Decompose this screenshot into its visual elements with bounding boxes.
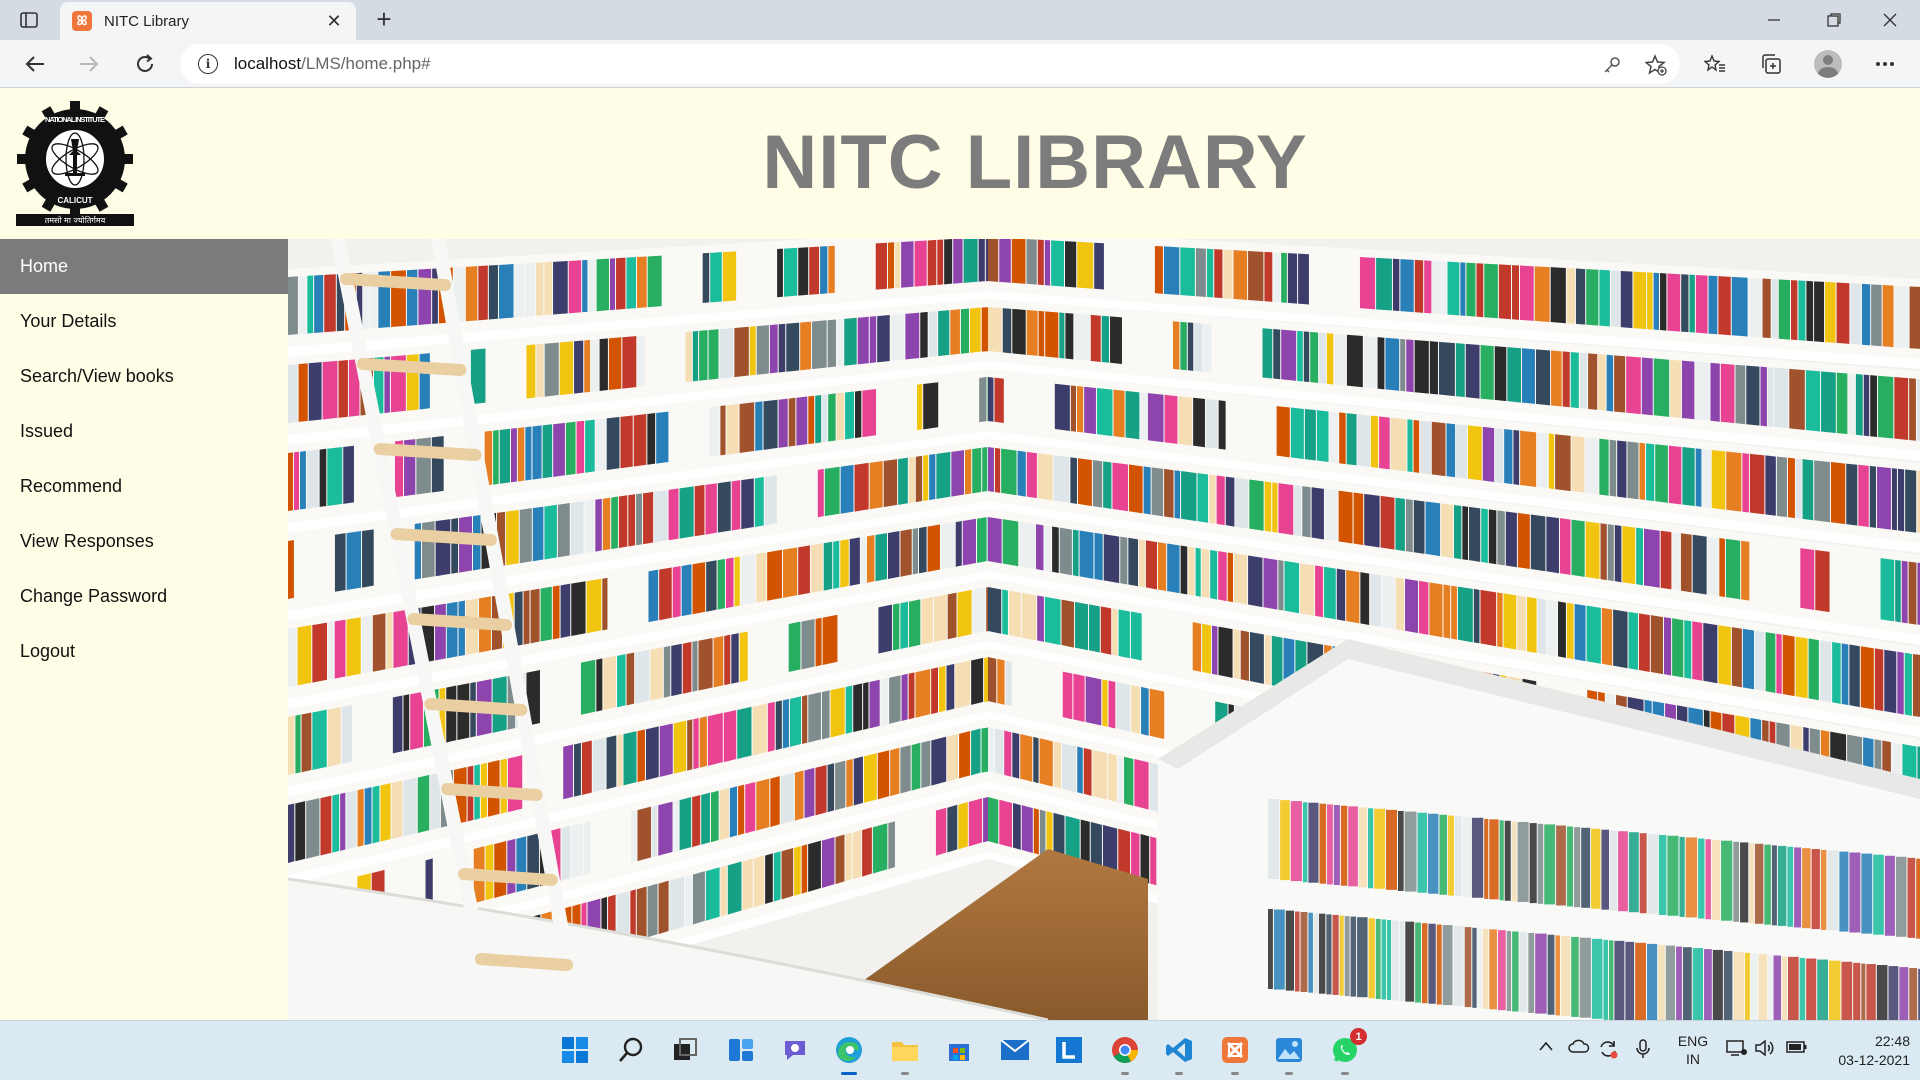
url-host: localhost bbox=[234, 54, 302, 73]
start-icon[interactable] bbox=[558, 1033, 592, 1067]
sidebar-item-your-details[interactable]: Your Details bbox=[0, 294, 288, 349]
restore-icon[interactable] bbox=[1806, 0, 1862, 40]
close-window-icon[interactable] bbox=[1862, 0, 1918, 40]
running-app-indicator bbox=[1285, 1072, 1293, 1075]
more-options-icon[interactable] bbox=[1870, 50, 1900, 78]
browser-toolbar: i localhost/LMS/home.php# bbox=[0, 40, 1920, 88]
language-indicator[interactable]: ENG IN bbox=[1676, 1032, 1710, 1068]
active-app-indicator bbox=[841, 1072, 857, 1075]
search-icon[interactable] bbox=[614, 1033, 648, 1067]
battery-icon[interactable] bbox=[1786, 1039, 1808, 1060]
microphone-icon[interactable] bbox=[1636, 1039, 1650, 1064]
xampp-favicon-icon: ꕤ bbox=[72, 11, 92, 31]
chat-icon[interactable] bbox=[778, 1033, 812, 1067]
windows-taskbar: 1 ENG IN 22:48 03-12-2021 bbox=[0, 1020, 1920, 1080]
sidebar-item-search-view-books[interactable]: Search/View books bbox=[0, 349, 288, 404]
page-title: NITC LIBRARY bbox=[762, 120, 1308, 205]
show-hidden-icons-chevron-icon[interactable] bbox=[1538, 1039, 1554, 1057]
add-favorite-icon[interactable] bbox=[1644, 54, 1668, 76]
edge-browser-icon[interactable] bbox=[832, 1033, 866, 1075]
site-header: NATIONAL INSTITUTE CALICUT तमसो मा ज्योत… bbox=[0, 89, 1920, 239]
tab-actions-icon[interactable] bbox=[14, 8, 44, 32]
svg-text:तमसो मा ज्योतिर्गमय: तमसो मा ज्योतिर्गमय bbox=[45, 215, 106, 225]
page-content: NATIONAL INSTITUTE CALICUT तमसो मा ज्योत… bbox=[0, 89, 1920, 1020]
address-bar[interactable]: i localhost/LMS/home.php# bbox=[180, 44, 1680, 84]
running-app-indicator bbox=[1121, 1072, 1129, 1075]
region-code: IN bbox=[1686, 1051, 1700, 1067]
browser-tab-bar: ꕤ NITC Library ✕ + bbox=[0, 0, 1920, 40]
sidebar-item-view-responses[interactable]: View Responses bbox=[0, 514, 288, 569]
sidebar-nav: Home Your Details Search/View books Issu… bbox=[0, 239, 288, 1020]
browser-tab[interactable]: ꕤ NITC Library ✕ bbox=[60, 2, 356, 40]
xampp-icon[interactable] bbox=[1218, 1033, 1252, 1075]
sidebar-item-home[interactable]: Home bbox=[0, 239, 288, 294]
sidebar-item-issued[interactable]: Issued bbox=[0, 404, 288, 459]
widgets-icon[interactable] bbox=[724, 1033, 758, 1067]
favorites-icon[interactable] bbox=[1700, 50, 1730, 78]
running-app-indicator bbox=[1231, 1072, 1239, 1075]
sidebar-item-change-password[interactable]: Change Password bbox=[0, 569, 288, 624]
clock-time: 22:48 bbox=[1874, 1033, 1910, 1049]
sidebar-item-logout[interactable]: Logout bbox=[0, 624, 288, 679]
running-app-indicator bbox=[1341, 1072, 1349, 1075]
notification-badge: 1 bbox=[1350, 1028, 1367, 1045]
hero-library-image bbox=[288, 239, 1920, 1020]
url-path: /LMS/home.php# bbox=[301, 54, 431, 73]
mail-icon[interactable] bbox=[998, 1033, 1032, 1067]
file-explorer-icon[interactable] bbox=[888, 1033, 922, 1075]
chrome-icon[interactable] bbox=[1108, 1033, 1142, 1075]
tab-title: NITC Library bbox=[104, 12, 190, 30]
task-view-icon[interactable] bbox=[668, 1033, 702, 1067]
forward-arrow-icon[interactable] bbox=[72, 48, 106, 80]
site-info-icon[interactable]: i bbox=[198, 54, 218, 74]
vscode-icon[interactable] bbox=[1162, 1033, 1196, 1075]
tab-close-icon[interactable]: ✕ bbox=[324, 11, 344, 32]
language-code: ENG bbox=[1677, 1033, 1709, 1049]
photos-icon[interactable] bbox=[1272, 1033, 1306, 1075]
volume-icon[interactable] bbox=[1754, 1039, 1776, 1062]
refresh-icon[interactable] bbox=[128, 48, 162, 80]
password-key-icon[interactable] bbox=[1600, 54, 1624, 76]
clock[interactable]: 22:48 03-12-2021 bbox=[1820, 1032, 1910, 1070]
microsoft-store-icon[interactable] bbox=[942, 1033, 976, 1067]
sync-icon[interactable] bbox=[1598, 1039, 1618, 1064]
sidebar-item-recommend[interactable]: Recommend bbox=[0, 459, 288, 514]
clock-date: 03-12-2021 bbox=[1838, 1052, 1910, 1068]
running-app-indicator bbox=[1175, 1072, 1183, 1075]
minimize-icon[interactable] bbox=[1746, 0, 1802, 40]
bookshelf-illustration bbox=[288, 239, 1920, 1020]
onedrive-cloud-icon[interactable] bbox=[1568, 1039, 1590, 1058]
l-app-icon[interactable] bbox=[1052, 1033, 1086, 1067]
new-tab-button[interactable]: + bbox=[370, 6, 398, 34]
collections-icon[interactable] bbox=[1756, 50, 1786, 78]
back-arrow-icon[interactable] bbox=[18, 48, 52, 80]
network-icon[interactable] bbox=[1726, 1039, 1748, 1062]
profile-avatar-icon[interactable] bbox=[1814, 50, 1842, 78]
running-app-indicator bbox=[901, 1072, 909, 1075]
whatsapp-icon[interactable]: 1 bbox=[1328, 1028, 1367, 1075]
